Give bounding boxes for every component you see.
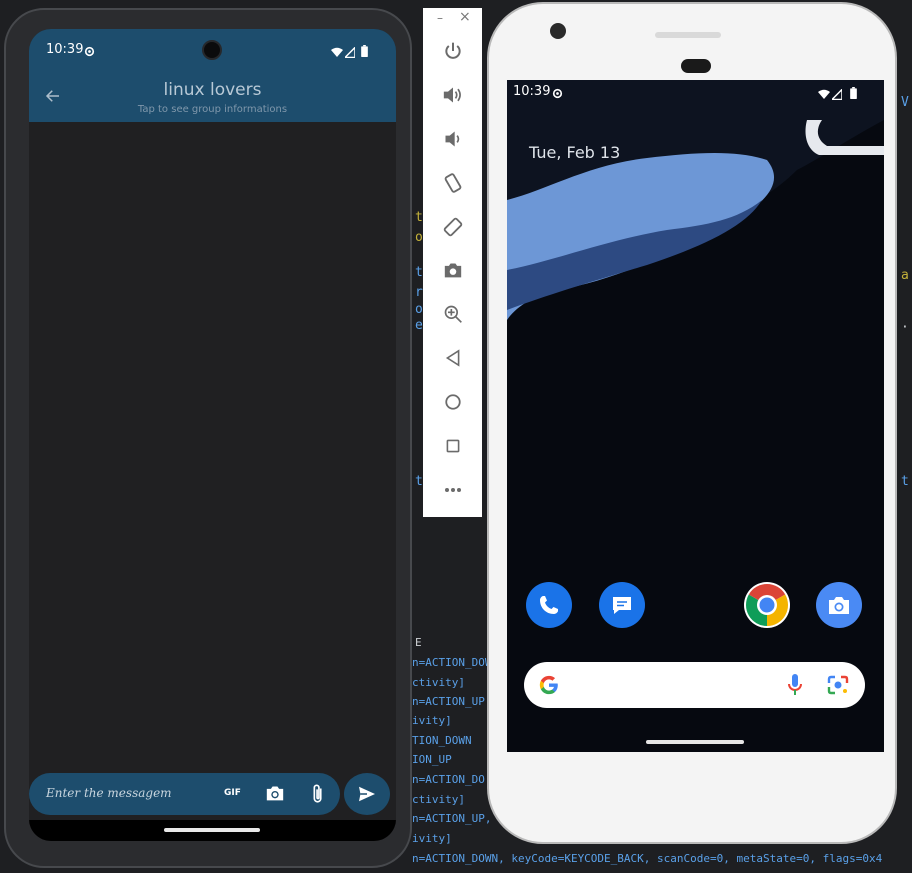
home-gesture-bar[interactable] bbox=[646, 740, 744, 744]
terminal-fragment: t bbox=[901, 474, 909, 489]
camera-icon[interactable] bbox=[265, 784, 285, 806]
navigation-bar bbox=[29, 820, 396, 841]
send-icon bbox=[358, 786, 376, 806]
microphone-icon[interactable] bbox=[787, 673, 803, 701]
zoom-icon[interactable] bbox=[423, 300, 482, 328]
google-search-bar[interactable] bbox=[524, 662, 865, 708]
log-line: ctivity] bbox=[412, 793, 465, 806]
terminal-fragment: · bbox=[901, 320, 909, 335]
battery-icon bbox=[361, 42, 368, 61]
terminal-fragment: o bbox=[415, 230, 423, 245]
log-line: ctivity] bbox=[412, 676, 465, 689]
log-line: ivity] bbox=[412, 714, 452, 727]
earpiece bbox=[681, 59, 711, 73]
terminal-fragment: r bbox=[415, 285, 423, 300]
log-line: n=ACTION_UP bbox=[412, 695, 485, 708]
status-time: 10:39 bbox=[513, 84, 551, 99]
emulator-toolbar: – × bbox=[423, 8, 482, 517]
terminal-fragment: a bbox=[901, 268, 909, 283]
signal-icon bbox=[343, 43, 356, 62]
screenshot-icon[interactable] bbox=[423, 256, 482, 284]
log-line: ION_UP bbox=[412, 753, 452, 766]
terminal-fragment: e bbox=[415, 318, 423, 333]
log-line: TION_DOWN bbox=[412, 734, 472, 747]
overview-icon[interactable] bbox=[423, 432, 482, 460]
log-line: ivity] bbox=[412, 832, 452, 845]
attachment-icon[interactable] bbox=[311, 783, 325, 809]
battery-icon bbox=[850, 84, 857, 103]
settings-status-icon bbox=[83, 43, 96, 62]
minimize-button[interactable]: – bbox=[437, 11, 443, 25]
wifi-icon bbox=[331, 43, 343, 62]
messages-app-icon[interactable] bbox=[599, 582, 645, 628]
front-camera bbox=[550, 23, 566, 39]
home-screen: 10:39 Tue, Feb 13 bbox=[507, 80, 884, 752]
back-icon[interactable] bbox=[423, 344, 482, 372]
date-widget[interactable]: Tue, Feb 13 bbox=[529, 143, 620, 162]
wallpaper bbox=[507, 80, 884, 752]
terminal-fragment: t bbox=[415, 474, 423, 489]
terminal-fragment: t bbox=[415, 210, 423, 225]
group-subtitle[interactable]: Tap to see group informations bbox=[29, 104, 396, 115]
rotate-left-icon[interactable] bbox=[423, 169, 482, 197]
terminal-fragment: t bbox=[415, 265, 423, 280]
volume-up-icon[interactable] bbox=[423, 81, 482, 109]
google-lens-icon[interactable] bbox=[826, 674, 850, 700]
close-button[interactable]: × bbox=[459, 9, 471, 25]
group-title[interactable]: linux lovers bbox=[29, 80, 396, 100]
home-icon[interactable] bbox=[423, 388, 482, 416]
signal-icon bbox=[830, 85, 843, 104]
log-line: n=ACTION_UP, bbox=[412, 812, 492, 825]
chat-app-bar: 10:39 linux lovers Tap to see group info… bbox=[29, 29, 396, 122]
phone-app-icon[interactable] bbox=[526, 582, 572, 628]
send-button[interactable] bbox=[344, 773, 390, 815]
terminal-fragment: o bbox=[415, 302, 423, 317]
message-list bbox=[29, 122, 396, 828]
chat-screen: 10:39 linux lovers Tap to see group info… bbox=[29, 29, 396, 841]
camera-app-icon[interactable] bbox=[816, 582, 862, 628]
log-line: n=ACTION_DOWN, keyCode=KEYCODE_BACK, sca… bbox=[412, 852, 883, 865]
speaker-grille bbox=[655, 32, 721, 38]
volume-down-icon[interactable] bbox=[423, 125, 482, 153]
message-input[interactable]: Enter the messagem bbox=[46, 786, 172, 800]
log-line: n=ACTION_DO bbox=[412, 773, 485, 786]
log-line: E bbox=[415, 636, 422, 649]
status-time: 10:39 bbox=[46, 42, 84, 57]
google-logo-icon bbox=[538, 674, 560, 700]
message-input-bar[interactable]: Enter the messagem GIF bbox=[29, 773, 340, 815]
log-line: n=ACTION_DOWN bbox=[412, 656, 499, 669]
chrome-app-icon[interactable] bbox=[744, 582, 790, 628]
settings-status-icon bbox=[551, 85, 564, 104]
power-icon[interactable] bbox=[423, 37, 482, 65]
home-gesture-pill[interactable] bbox=[164, 828, 260, 832]
terminal-fragment: V bbox=[901, 95, 909, 110]
gif-button[interactable]: GIF bbox=[224, 788, 241, 798]
wifi-icon bbox=[818, 85, 830, 104]
front-camera bbox=[202, 40, 222, 60]
more-icon[interactable] bbox=[423, 476, 482, 504]
rotate-right-icon[interactable] bbox=[423, 213, 482, 241]
